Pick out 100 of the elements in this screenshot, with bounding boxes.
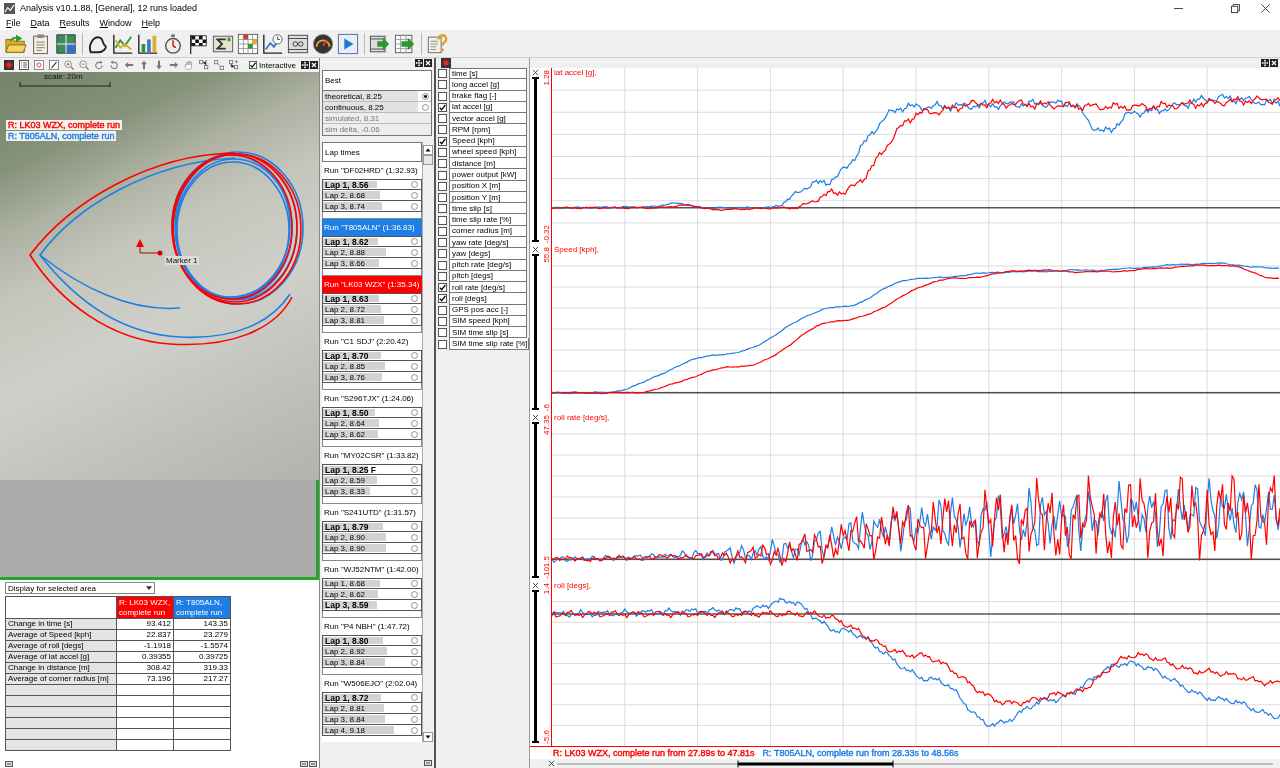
radio-button[interactable] [411,295,418,302]
zoom-bar[interactable] [532,590,539,743]
lap-item[interactable]: Lap 3, 8.90 [322,543,422,554]
checkbox[interactable] [438,125,447,135]
radio-button[interactable] [411,704,418,712]
channel-label[interactable]: time slip rate [%] [449,214,527,226]
checkbox[interactable] [438,271,447,281]
radio-button[interactable] [411,466,418,473]
close-icon[interactable] [532,69,539,76]
channel-label[interactable]: brake flag [-] [449,90,527,102]
radio-button[interactable] [411,248,418,256]
lap-item[interactable]: Lap 3, 8.81 [322,315,422,326]
radio-button[interactable] [411,726,418,734]
play-icon[interactable] [337,32,359,55]
checkbox[interactable] [438,316,447,326]
radio-button[interactable] [411,419,418,427]
move-icon[interactable] [301,61,309,69]
checkered-flag-icon[interactable] [187,32,209,55]
checkbox[interactable] [438,193,447,203]
menu-item[interactable]: Results [54,17,95,29]
tape-icon[interactable] [287,32,309,55]
radio-button[interactable] [411,305,418,313]
radio-button[interactable] [411,580,418,587]
radio-button[interactable] [411,533,418,541]
starburst-icon[interactable] [441,58,451,68]
rotate-right-icon[interactable] [94,60,104,70]
checkbox[interactable] [438,339,447,349]
lap-item[interactable]: Lap 2, 8.68 [322,190,422,201]
gauge-icon[interactable] [312,32,334,55]
lap-item[interactable]: Lap 1, 8.68 [322,578,422,589]
radio-button[interactable] [411,658,418,666]
zoom-bar[interactable] [532,77,539,242]
checkbox[interactable] [438,148,447,157]
lap-item[interactable]: Lap 3, 8.76 [322,372,422,383]
time-scrollbar[interactable] [557,759,1273,768]
channel-label[interactable]: distance [m] [449,158,527,170]
run-header[interactable]: Run "T805ALN" (1:36.83) [322,219,422,236]
radio-button[interactable] [411,191,418,199]
radio-button[interactable] [411,316,418,324]
channel-label[interactable]: RPM [rpm] [449,124,527,136]
checkbox[interactable] [438,136,447,146]
radio-button[interactable] [411,647,418,655]
checkbox[interactable] [438,114,447,124]
zoom-bar[interactable] [532,422,539,578]
menu-item[interactable]: Data [25,17,55,29]
channel-label[interactable]: GPS pos acc [-] [449,304,527,316]
checkbox[interactable] [438,159,447,169]
table-arrow-icon[interactable] [394,32,416,55]
rotate-left-icon[interactable] [109,60,119,70]
lap-item[interactable]: Lap 2, 8.90 [322,532,422,543]
menu-item[interactable]: Help [136,17,166,29]
radio-button[interactable] [411,523,418,530]
node-link-icon[interactable] [214,60,224,70]
radio-button[interactable] [411,181,418,188]
checkbox[interactable] [438,69,447,79]
radio-button[interactable] [411,430,418,438]
close-icon[interactable] [532,246,539,253]
stopwatch-icon[interactable] [162,32,184,55]
bar-chart-icon[interactable] [137,32,159,55]
lap-item[interactable]: Lap 2, 8.88 [322,247,422,258]
channel-label[interactable]: roll [degs] [449,293,527,305]
channel-label[interactable]: position X [m] [449,180,527,192]
run-header[interactable]: Run "LK03 WZX" (1:35.34) [322,276,422,293]
checkbox[interactable] [438,305,447,315]
radio-button[interactable] [411,373,418,381]
checkbox[interactable] [249,61,257,69]
radio-button[interactable] [411,409,418,416]
checkbox[interactable] [438,260,447,270]
channel-label[interactable]: yaw [degs] [449,248,527,260]
channel-label[interactable]: power output [kW] [449,169,527,181]
radio-button[interactable] [411,601,418,609]
grid-icon[interactable] [237,32,259,55]
close-icon[interactable] [532,414,539,421]
radio-button[interactable] [411,352,418,359]
chart-clock-icon[interactable] [262,32,284,55]
lap-item[interactable]: Lap 2, 8.64 [322,418,422,429]
circle-square-icon[interactable] [34,60,44,70]
radio-button[interactable] [411,590,418,598]
channel-label[interactable]: long accel [g] [449,79,527,91]
channel-label[interactable]: corner radius [m] [449,225,527,237]
scrollbar[interactable] [422,142,433,742]
zoom-bar[interactable] [532,254,539,410]
lap-item[interactable]: Lap 4, 9.18 [322,725,422,736]
scroll-up-icon[interactable] [423,145,433,155]
lap-item[interactable]: Lap 2, 8.85 [322,361,422,372]
radio-button[interactable] [411,487,418,495]
lap-item[interactable]: Lap 3, 8.66 [322,258,422,269]
close-icon[interactable] [548,760,555,767]
lap-item[interactable]: Lap 2, 8.62 [322,589,422,600]
checkbox[interactable] [438,283,447,293]
checkbox[interactable] [438,226,447,236]
four-square-icon[interactable] [55,32,77,55]
scroll-thumb[interactable] [423,155,433,165]
lap-item[interactable]: Lap 3, 8.84 [322,714,422,725]
radio-button[interactable] [422,103,429,111]
radio-button[interactable] [411,259,418,267]
node-select-icon[interactable] [229,60,239,70]
radio-button[interactable] [411,544,418,552]
menu-item[interactable]: Window [94,17,137,29]
zoom-out-icon[interactable] [79,60,89,70]
